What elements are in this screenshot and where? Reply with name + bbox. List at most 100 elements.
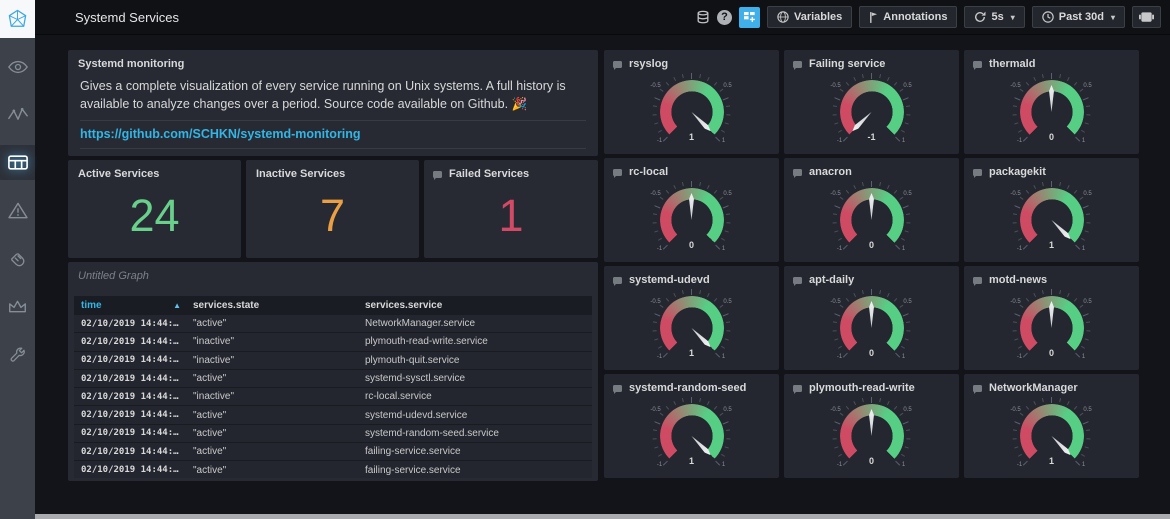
gauge-panel-title-row[interactable]: apt-daily [784,266,959,286]
table-row: 02/10/2019 14:44:… "active" NetworkManag… [74,315,592,334]
column-header-state[interactable]: services.state [186,300,358,311]
gauge: -1 -0.5 0.5 1 1 [644,72,740,152]
gauge-threshold-high-label: 0.5 [903,407,912,413]
panel-info-icon [973,276,982,286]
cycle-view-button[interactable] [1132,6,1161,28]
stat-panel-failed-services: Failed Services 1 [424,160,598,258]
gauge-threshold-low-label: -0.5 [830,299,841,305]
gauge: -1 -0.5 0.5 1 -1 [824,72,920,152]
top-navbar: Systemd Services ? Variables Annotations… [35,0,1170,35]
gauge-threshold-high-label: 0.5 [903,191,912,197]
gauge-title: NetworkManager [989,382,1078,394]
gauge-panel-title-row[interactable]: packagekit [964,158,1139,178]
gauge-threshold-low-label: -0.5 [650,299,661,305]
gauge-panel: apt-daily -1 -0.5 0.5 1 0 [784,266,959,370]
horizontal-scrollbar[interactable] [35,514,1170,519]
gauge: -1 -0.5 0.5 1 0 [824,180,920,260]
gauge-title: systemd-udevd [629,274,710,286]
variables-label: Variables [793,11,843,23]
gauge-panel-title-row[interactable]: systemd-random-seed [604,374,779,394]
gauge-panel: packagekit -1 -0.5 0.5 1 1 [964,158,1139,262]
divider [80,148,586,150]
gauge-panel-title-row[interactable]: thermald [964,50,1139,70]
gauge-value: 1 [688,456,694,466]
github-link[interactable]: https://github.com/SCHKN/systemd-monitor… [68,121,598,141]
sidebar-item-settings[interactable] [0,337,35,372]
gauge-panel-title-row[interactable]: motd-news [964,266,1139,286]
refresh-interval-label: 5s [991,11,1004,23]
stat-panel-title[interactable]: Active Services [68,160,241,180]
gauge-threshold-high-label: 0.5 [723,191,732,197]
gauge: -1 -0.5 0.5 1 1 [1004,396,1100,476]
gauge-panel: plymouth-read-write -1 -0.5 0.5 1 0 [784,374,959,478]
table-header: time ▲ services.state services.service [74,296,592,315]
sidebar-item-crown[interactable] [0,289,35,324]
gauge: -1 -0.5 0.5 1 0 [824,396,920,476]
cell-time: 02/10/2019 14:44:… [81,410,179,421]
gauge-threshold-high-label: 0.5 [1083,299,1092,305]
annotations-button[interactable]: Annotations [859,6,958,28]
gauge-title: motd-news [989,274,1048,286]
sidebar-item-eye[interactable] [0,49,35,84]
stat-value: 1 [498,190,524,241]
grafana-logo[interactable] [0,0,35,38]
cell-time: 02/10/2019 14:44:… [81,465,179,476]
panel-info-icon [613,384,622,394]
column-header-service[interactable]: services.service [358,300,592,311]
stat-panel-title-row[interactable]: Failed Services [424,160,598,180]
gauge-panel-title-row[interactable]: Failing service [784,50,959,70]
add-panel-button[interactable] [738,6,760,28]
panel-info-icon [973,384,982,394]
gauge-panel-title-row[interactable]: plymouth-read-write [784,374,959,394]
table-row: 02/10/2019 14:44:… "active" systemd-sysc… [74,369,592,389]
column-header-time[interactable]: time ▲ [74,300,186,311]
help-icon[interactable]: ? [716,9,732,25]
gauge-value: 1 [1048,456,1054,466]
gauge-panel-title-row[interactable]: NetworkManager [964,374,1139,394]
gauge-panel: rc-local -1 -0.5 0.5 1 0 [604,158,779,262]
gauge-panel-title-row[interactable]: anacron [784,158,959,178]
gauge-threshold-high-label: 0.5 [1083,83,1092,89]
gauge-panel: thermald -1 -0.5 0.5 1 0 [964,50,1139,154]
dashboard-title: Systemd Services [75,9,180,25]
stat-panel-title[interactable]: Inactive Services [246,160,419,180]
gauge-panel: NetworkManager -1 -0.5 0.5 1 1 [964,374,1139,478]
time-range-button[interactable]: Past 30d ▾ [1031,6,1125,28]
gauge-threshold-low-label: -0.5 [650,83,661,89]
gauge-grid: rsyslog -1 -0.5 0.5 1 1 Failing service … [604,50,1139,478]
cell-state: "active" [193,464,227,476]
database-icon[interactable] [696,10,710,25]
variables-button[interactable]: Variables [766,6,853,28]
sidebar-item-activity[interactable] [0,97,35,132]
gauge-value: 1 [1048,240,1054,250]
gauge-panel-title-row[interactable]: rc-local [604,158,779,178]
gauge-title: rc-local [629,166,669,178]
gauge-threshold-high-label: 0.5 [723,299,732,305]
text-panel-title[interactable]: Systemd monitoring [68,50,598,70]
gauge-threshold-high-label: 0.5 [903,299,912,305]
gauge-panel-title-row[interactable]: systemd-udevd [604,266,779,286]
gauge-value: 0 [868,348,874,358]
gauge: -1 -0.5 0.5 1 0 [1004,288,1100,368]
cell-service: plymouth-read-write.service [365,336,488,348]
sidebar-item-alerting[interactable] [0,193,35,228]
services-table: time ▲ services.state services.service 0… [74,296,592,478]
gauge-value: 1 [688,132,694,142]
crown-icon [9,300,26,313]
table-panel-title[interactable]: Untitled Graph [68,262,598,282]
sidebar-item-dashboards[interactable] [0,145,35,180]
annotations-label: Annotations [883,11,948,23]
gauge-panel: motd-news -1 -0.5 0.5 1 0 [964,266,1139,370]
panel-info-icon [613,276,622,286]
table-body: 02/10/2019 14:44:… "active" NetworkManag… [74,315,592,478]
grafana-dashboard: Systemd Services ? Variables Annotations… [0,0,1170,519]
gauge-threshold-low-label: -0.5 [830,407,841,413]
gauge-threshold-high-label: 0.5 [723,83,732,89]
text-panel-body: Gives a complete visualization of every … [80,79,566,112]
refresh-button[interactable]: 5s ▾ [964,6,1025,28]
table-row: 02/10/2019 14:44:… "inactive" plymouth-q… [74,351,592,370]
gauge-panel-title-row[interactable]: rsyslog [604,50,779,70]
globe-icon [777,11,789,23]
sidebar-item-hand[interactable] [0,241,35,276]
caret-down-icon: ▾ [1110,12,1115,22]
